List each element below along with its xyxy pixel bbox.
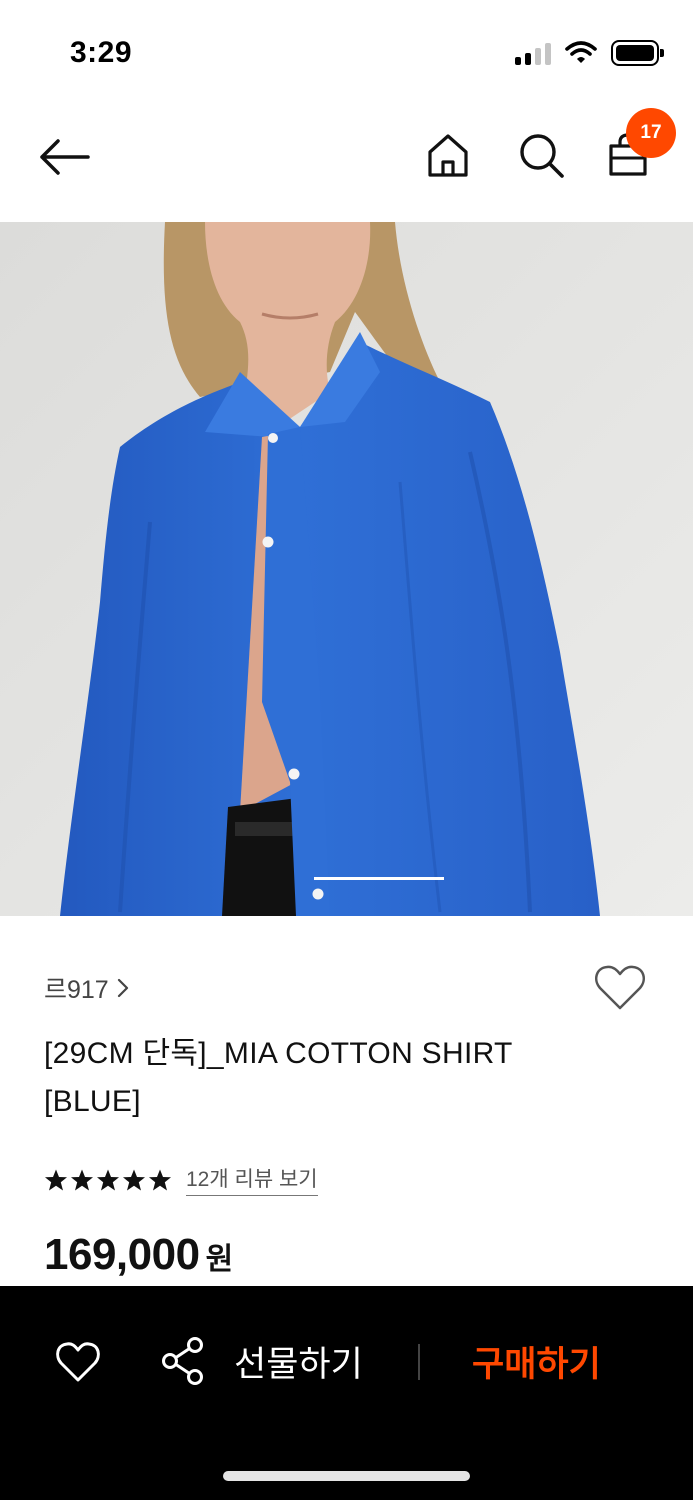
search-button[interactable] — [516, 130, 566, 180]
image-slide-indicator — [314, 877, 444, 880]
share-button[interactable] — [160, 1336, 206, 1386]
home-icon — [428, 134, 468, 177]
divider — [418, 1344, 420, 1380]
star-icon — [97, 1169, 119, 1190]
heart-icon — [56, 1342, 100, 1382]
status-icons — [515, 40, 664, 66]
star-icon — [149, 1169, 171, 1190]
battery-icon — [611, 40, 664, 66]
brand-name: 르917 — [44, 976, 109, 1004]
chevron-right-icon — [117, 978, 128, 998]
star-icon — [45, 1169, 67, 1190]
home-indicator — [223, 1471, 470, 1481]
wifi-icon — [565, 41, 597, 63]
heart-icon — [594, 965, 646, 1010]
product-title: [29CM 단독]_MIA COTTON SHIRT [BLUE] — [44, 1037, 513, 1118]
price: 169,000 — [44, 1230, 200, 1279]
share-icon — [162, 1337, 203, 1385]
price-row: 169,000 원 — [44, 1230, 233, 1280]
star-icon — [71, 1169, 93, 1190]
bottom-action-bar: 선물하기 구매하기 — [0, 1286, 693, 1500]
product-wishlist-button[interactable] — [592, 960, 648, 1016]
status-time: 3:29 — [70, 36, 133, 69]
buy-button[interactable]: 구매하기 — [472, 1336, 601, 1387]
star-icon — [123, 1169, 145, 1190]
status-bar: 3:29 — [0, 0, 693, 100]
nav-bar — [0, 100, 693, 222]
like-button[interactable] — [54, 1338, 102, 1386]
currency: 원 — [205, 1243, 234, 1276]
brand-link[interactable]: 르917 — [44, 970, 129, 1006]
cart-count-badge: 17 — [626, 108, 676, 158]
home-button[interactable] — [423, 130, 473, 180]
product-image[interactable] — [0, 222, 693, 916]
gift-button[interactable]: 선물하기 — [234, 1336, 363, 1387]
cellular-signal-icon — [515, 41, 551, 65]
rating-row: 12개 리뷰 보기 — [44, 1163, 318, 1196]
arrow-left-icon — [40, 139, 90, 175]
search-icon — [520, 134, 564, 178]
back-button[interactable] — [36, 132, 96, 182]
star-rating — [44, 1168, 172, 1192]
review-link[interactable]: 12개 리뷰 보기 — [186, 1163, 318, 1196]
product-photo — [0, 222, 693, 916]
image-slide-indicator-fill — [314, 877, 444, 880]
